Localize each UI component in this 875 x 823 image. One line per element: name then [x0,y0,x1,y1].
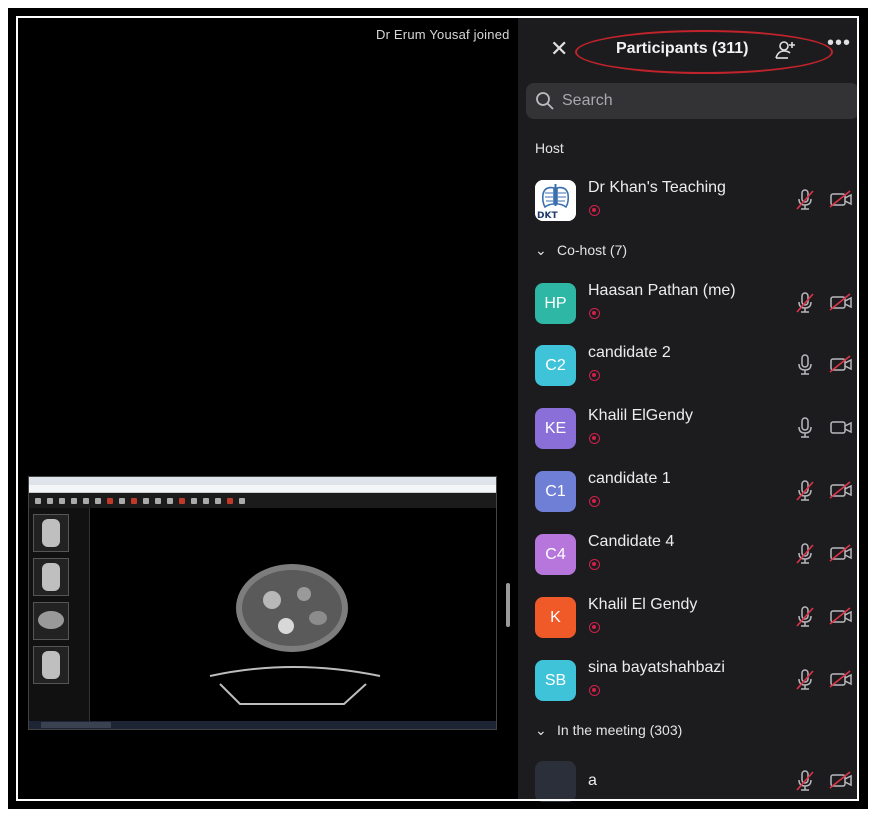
microphone-icon[interactable] [794,353,816,377]
more-icon[interactable]: ••• [827,32,851,55]
shared-taskbar [29,721,496,729]
participant-row[interactable]: a [518,761,859,823]
video-camera-off-icon[interactable] [829,544,853,562]
recording-icon [589,370,600,381]
participants-panel: ✕ Participants (311) ••• Host [518,18,859,802]
section-in-meeting-label: In the meeting (303) [557,722,683,738]
recording-icon [589,559,600,570]
section-cohost-label: Co-host (7) [557,242,628,258]
join-notification: Dr Erum Yousaf joined [376,27,510,42]
recording-icon [589,685,600,696]
shared-series-thumbnails [29,508,90,721]
search-icon [536,92,554,110]
participant-row[interactable]: C2 candidate 2 [518,344,859,407]
avatar [535,761,576,802]
video-camera-off-icon[interactable] [829,293,853,311]
microphone-muted-icon[interactable] [794,542,816,566]
participant-row[interactable]: K Khalil El Gendy [518,596,859,659]
microphone-muted-icon[interactable] [794,668,816,692]
search-input[interactable] [560,91,844,111]
microphone-icon[interactable] [794,416,816,440]
avatar: C2 [535,345,576,386]
section-host-label: Host [535,140,564,156]
microphone-muted-icon[interactable] [794,291,816,315]
add-user-icon[interactable] [774,39,796,61]
chevron-down-icon[interactable]: ⌄ [535,242,547,259]
recording-icon [589,622,600,633]
avatar: K [535,597,576,638]
participant-row[interactable]: SB sina bayatshahbazi [518,659,859,722]
microphone-muted-icon[interactable] [794,479,816,503]
participant-name: sina bayatshahbazi [588,659,725,676]
host-logo-avatar: DKT [535,180,576,221]
video-camera-off-icon[interactable] [829,607,853,625]
video-camera-off-icon[interactable] [829,771,853,789]
microphone-muted-icon[interactable] [794,769,816,793]
svg-text:DKT: DKT [537,211,558,221]
participant-row[interactable]: C1 candidate 1 [518,470,859,533]
chevron-down-icon[interactable]: ⌄ [535,722,547,739]
participant-name: a [588,772,597,789]
avatar: C1 [535,471,576,512]
search-field[interactable] [526,83,859,119]
participant-name: Candidate 4 [588,533,675,550]
participant-name: Khalil El Gendy [588,596,698,613]
recording-icon [589,205,600,216]
panel-title: Participants (311) [616,40,749,57]
avatar: C4 [535,534,576,575]
participant-name: Khalil ElGendy [588,407,693,424]
participant-name: Haasan Pathan (me) [588,282,736,299]
microphone-muted-icon[interactable] [794,605,816,629]
shared-viewer-toolbar [29,493,496,508]
section-in-meeting[interactable]: ⌄ In the meeting (303) [535,722,682,739]
participant-row-host[interactable]: DKT Dr Khan's Teaching [518,179,859,242]
section-cohost[interactable]: ⌄ Co-host (7) [535,242,627,259]
microphone-muted-icon[interactable] [794,188,816,212]
participant-name: Dr Khan's Teaching [588,179,726,196]
recording-icon [589,433,600,444]
panel-header: ✕ Participants (311) ••• [518,18,859,80]
section-host: Host [535,140,564,156]
participant-row[interactable]: HP Haasan Pathan (me) [518,282,859,345]
video-camera-off-icon[interactable] [829,481,853,499]
close-icon[interactable]: ✕ [550,38,568,60]
video-camera-off-icon[interactable] [829,190,853,208]
recording-icon [589,496,600,507]
shared-address-bar [29,485,496,493]
avatar: HP [535,283,576,324]
shared-browser-tabs [29,477,496,485]
avatar: SB [535,660,576,701]
video-camera-off-icon[interactable] [829,355,853,373]
participant-row[interactable]: KE Khalil ElGendy [518,407,859,470]
participant-name: candidate 1 [588,470,671,487]
participant-name: candidate 2 [588,344,671,361]
video-camera-icon[interactable] [829,418,853,436]
recording-icon [589,308,600,319]
video-camera-off-icon[interactable] [829,670,853,688]
avatar: KE [535,408,576,449]
panel-resize-handle[interactable] [506,583,510,627]
ct-scan-image [90,508,496,721]
shared-screen-video[interactable] [28,476,497,730]
participant-row[interactable]: C4 Candidate 4 [518,533,859,596]
